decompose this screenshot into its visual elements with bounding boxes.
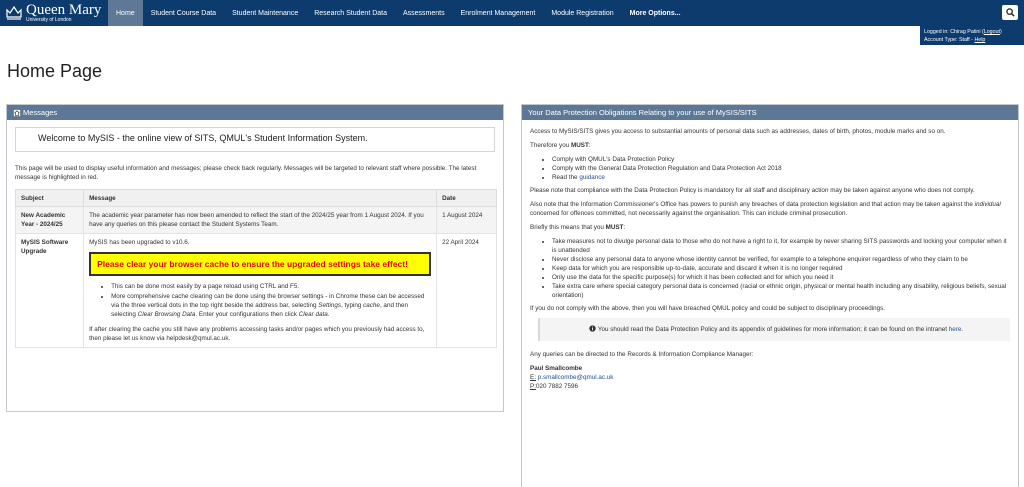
crown-icon	[6, 5, 22, 20]
home-icon	[13, 108, 21, 117]
nav-more-options[interactable]: More Options...	[622, 0, 689, 26]
dp-queries: Any queries can be directed to the Recor…	[530, 351, 754, 358]
main-nav: Home Student Course Data Student Mainten…	[108, 0, 689, 26]
list-item: Comply with QMUL's Data Protection Polic…	[552, 155, 1010, 164]
row-message: The academic year parameter has now been…	[83, 206, 438, 234]
logo-title: Queen Mary	[26, 2, 102, 18]
messages-title: Messages	[23, 108, 58, 117]
data-protection-header: Your Data Protection Obligations Relatin…	[522, 105, 1018, 120]
nav-assessments[interactable]: Assessments	[395, 0, 453, 26]
table-header-row: Subject Message Date	[14, 189, 497, 207]
dp-must-list: Comply with QMUL's Data Protection Polic…	[552, 155, 1010, 182]
list-item: Take measures not to divulge personal da…	[552, 237, 1010, 255]
header-date: Date	[436, 189, 497, 207]
row-subject: MySIS Software Upgrade	[14, 233, 85, 348]
nav-research-student-data[interactable]: Research Student Data	[306, 0, 395, 26]
nav-student-maintenance[interactable]: Student Maintenance	[224, 0, 306, 26]
dp-info-note: You should read the Data Protection Poli…	[538, 318, 1010, 341]
messages-panel: Messages Welcome to MySIS - the online v…	[6, 104, 504, 412]
dp-ico-note: Also note that the Information Commissio…	[530, 201, 1001, 217]
table-row: New Academic Year - 2024/25 The academic…	[14, 206, 497, 234]
contact-name: Paul Smallcombe	[530, 365, 583, 372]
login-info: Logged in: Chirag Patini (Logout) Accoun…	[920, 26, 1024, 45]
info-icon	[589, 325, 596, 332]
dp-must-heading: Therefore you MUST:	[530, 142, 591, 149]
data-protection-panel: Your Data Protection Obligations Relatin…	[521, 104, 1019, 487]
search-icon	[1005, 8, 1015, 17]
nav-home[interactable]: Home	[108, 0, 143, 26]
contact-email: E: p.smallcombe@qmul.ac.uk	[530, 374, 614, 381]
messages-intro: This page will be used to display useful…	[15, 165, 477, 181]
dp-obligations-list: Take measures not to divulge personal da…	[552, 237, 1010, 300]
list-item: Never disclose any personal data to anyo…	[552, 255, 1010, 264]
dp-consequence: If you do not comply with the above, the…	[530, 305, 886, 312]
email-link[interactable]: p.smallcombe@qmul.ac.uk	[538, 374, 614, 381]
guidance-link[interactable]: guidance	[579, 174, 605, 181]
qmul-logo[interactable]: Queen Mary University of London	[0, 0, 108, 26]
helpdesk-note: If after clearing the cache you still ha…	[89, 326, 425, 342]
top-navbar: Queen Mary University of London Home Stu…	[0, 0, 1024, 26]
header-message: Message	[83, 189, 438, 207]
row-message: MySIS has been upgraded to v10.6. Please…	[83, 233, 438, 348]
list-item: This can be done most easily by a page r…	[111, 282, 431, 291]
list-item: Only use the data for the specific purpo…	[552, 273, 1010, 282]
list-item: Read the guidance	[552, 173, 1010, 182]
welcome-banner: Welcome to MySIS - the online view of SI…	[15, 127, 495, 152]
nav-student-course-data[interactable]: Student Course Data	[143, 0, 224, 26]
cache-instructions: This can be done most easily by a page r…	[111, 282, 431, 319]
search-button[interactable]	[1002, 5, 1018, 20]
contact-phone: P:020 7882 7596	[530, 383, 578, 390]
row-date: 1 August 2024	[436, 206, 497, 234]
dp-compliance-note: Please note that compliance with the Dat…	[530, 187, 975, 194]
dp-briefly: Briefly this means that you MUST:	[530, 224, 626, 231]
page-title: Home Page	[7, 61, 103, 81]
messages-panel-header: Messages	[7, 105, 503, 120]
cache-alert: Please clear your browser cache to ensur…	[89, 252, 432, 276]
help-link[interactable]: Help	[974, 37, 985, 43]
list-item: Comply with the General Data Protection …	[552, 164, 1010, 173]
messages-table: Subject Message Date New Academic Year -…	[14, 189, 497, 348]
header-subject: Subject	[14, 189, 85, 207]
list-item: More comprehensive cache clearing can be…	[111, 292, 431, 319]
row-subject: New Academic Year - 2024/25	[14, 206, 85, 234]
nav-module-registration[interactable]: Module Registration	[543, 0, 621, 26]
list-item: Keep data for which you are responsible …	[552, 264, 1010, 273]
nav-enrolment-management[interactable]: Enrolment Management	[453, 0, 544, 26]
intranet-link[interactable]: here	[949, 326, 962, 333]
list-item: Take extra care where special category p…	[552, 282, 1010, 300]
dp-intro: Access to MySIS/SITS gives you access to…	[530, 128, 946, 135]
table-row: MySIS Software Upgrade MySIS has been up…	[14, 233, 497, 348]
row-date: 22 April 2024	[436, 233, 497, 348]
logout-link[interactable]: Logout	[984, 29, 1000, 35]
